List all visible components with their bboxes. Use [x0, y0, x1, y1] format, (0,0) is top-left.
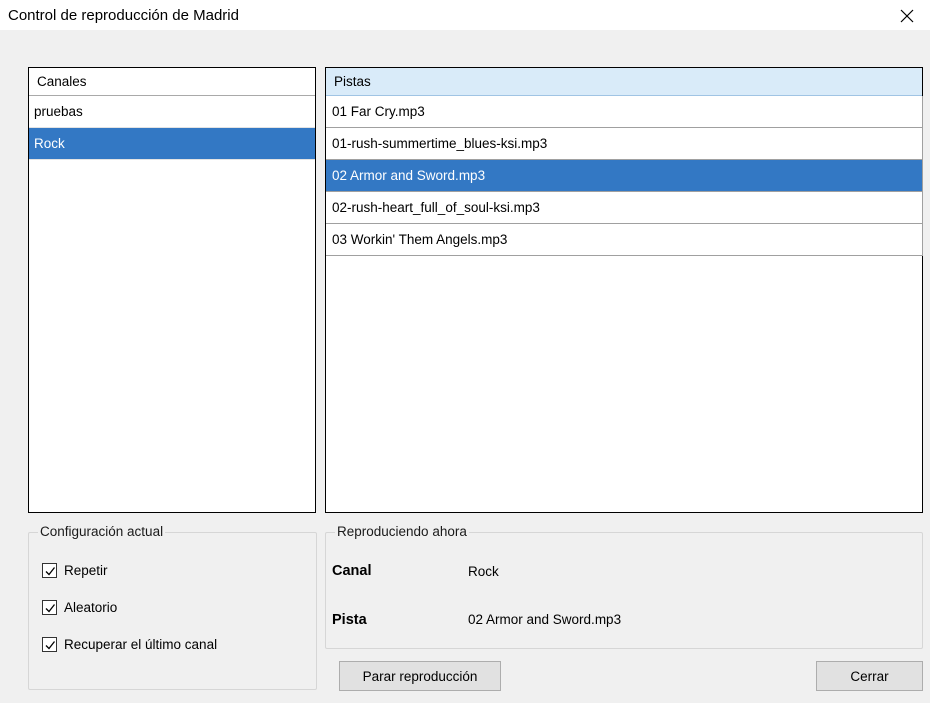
tracks-rows: 01 Far Cry.mp3 01-rush-summertime_blues-… [326, 96, 923, 256]
close-button[interactable]: Cerrar [816, 661, 923, 691]
track-row[interactable]: 01 Far Cry.mp3 [326, 96, 923, 128]
now-playing-legend: Reproduciendo ahora [335, 524, 469, 539]
channel-label: Canal [332, 563, 372, 579]
channel-row-rock[interactable]: Rock [29, 128, 315, 160]
channel-row-pruebas[interactable]: pruebas [29, 96, 315, 128]
track-row[interactable]: 02-rush-heart_full_of_soul-ksi.mp3 [326, 192, 923, 224]
track-row[interactable]: 01-rush-summertime_blues-ksi.mp3 [326, 128, 923, 160]
track-value: 02 Armor and Sword.mp3 [468, 612, 622, 627]
track-row[interactable]: 03 Workin' Them Angels.mp3 [326, 224, 923, 256]
channel-row-label: Rock [34, 136, 65, 151]
restore-last-channel-label: Recuperar el último canal [64, 637, 218, 652]
checkmark-icon [45, 603, 55, 612]
restore-last-channel-checkbox[interactable]: Recuperar el último canal [42, 637, 217, 652]
tracks-column-header[interactable]: Pistas [326, 68, 922, 96]
track-label: Pista [332, 612, 367, 628]
tracks-header-label: Pistas [334, 74, 371, 89]
shuffle-checkbox[interactable]: Aleatorio [42, 600, 117, 615]
channels-list[interactable]: Canales pruebas Rock [28, 67, 316, 513]
track-row-label: 02 Armor and Sword.mp3 [332, 168, 486, 183]
channel-value: Rock [468, 564, 499, 579]
checkbox-box[interactable] [42, 600, 57, 615]
track-row[interactable]: 02 Armor and Sword.mp3 [326, 160, 923, 192]
checkmark-icon [45, 566, 55, 575]
channel-row-label: pruebas [34, 104, 83, 119]
stop-playback-button[interactable]: Parar reproducción [339, 661, 501, 691]
title-bar: Control de reproducción de Madrid [0, 0, 930, 31]
track-row-label: 03 Workin' Them Angels.mp3 [332, 232, 508, 247]
checkmark-icon [45, 640, 55, 649]
track-row-label: 01 Far Cry.mp3 [332, 104, 425, 119]
track-row-label: 02-rush-heart_full_of_soul-ksi.mp3 [332, 200, 540, 215]
current-config-group: Configuración actual Repetir Aleatorio R… [28, 524, 317, 690]
tracks-list[interactable]: Pistas 01 Far Cry.mp3 01-rush-summertime… [325, 67, 923, 513]
repeat-checkbox[interactable]: Repetir [42, 563, 108, 578]
checkbox-box[interactable] [42, 563, 57, 578]
now-playing-group: Reproduciendo ahora Canal Rock Pista 02 … [325, 524, 923, 649]
repeat-label: Repetir [64, 563, 108, 578]
shuffle-label: Aleatorio [64, 600, 118, 615]
window-close-button[interactable] [884, 0, 930, 31]
window-title: Control de reproducción de Madrid [8, 7, 239, 24]
checkbox-box[interactable] [42, 637, 57, 652]
track-row-label: 01-rush-summertime_blues-ksi.mp3 [332, 136, 548, 151]
current-config-legend: Configuración actual [38, 524, 166, 539]
channels-header-label: Canales [37, 74, 87, 89]
close-icon [900, 9, 914, 22]
channels-column-header[interactable]: Canales [29, 68, 315, 96]
